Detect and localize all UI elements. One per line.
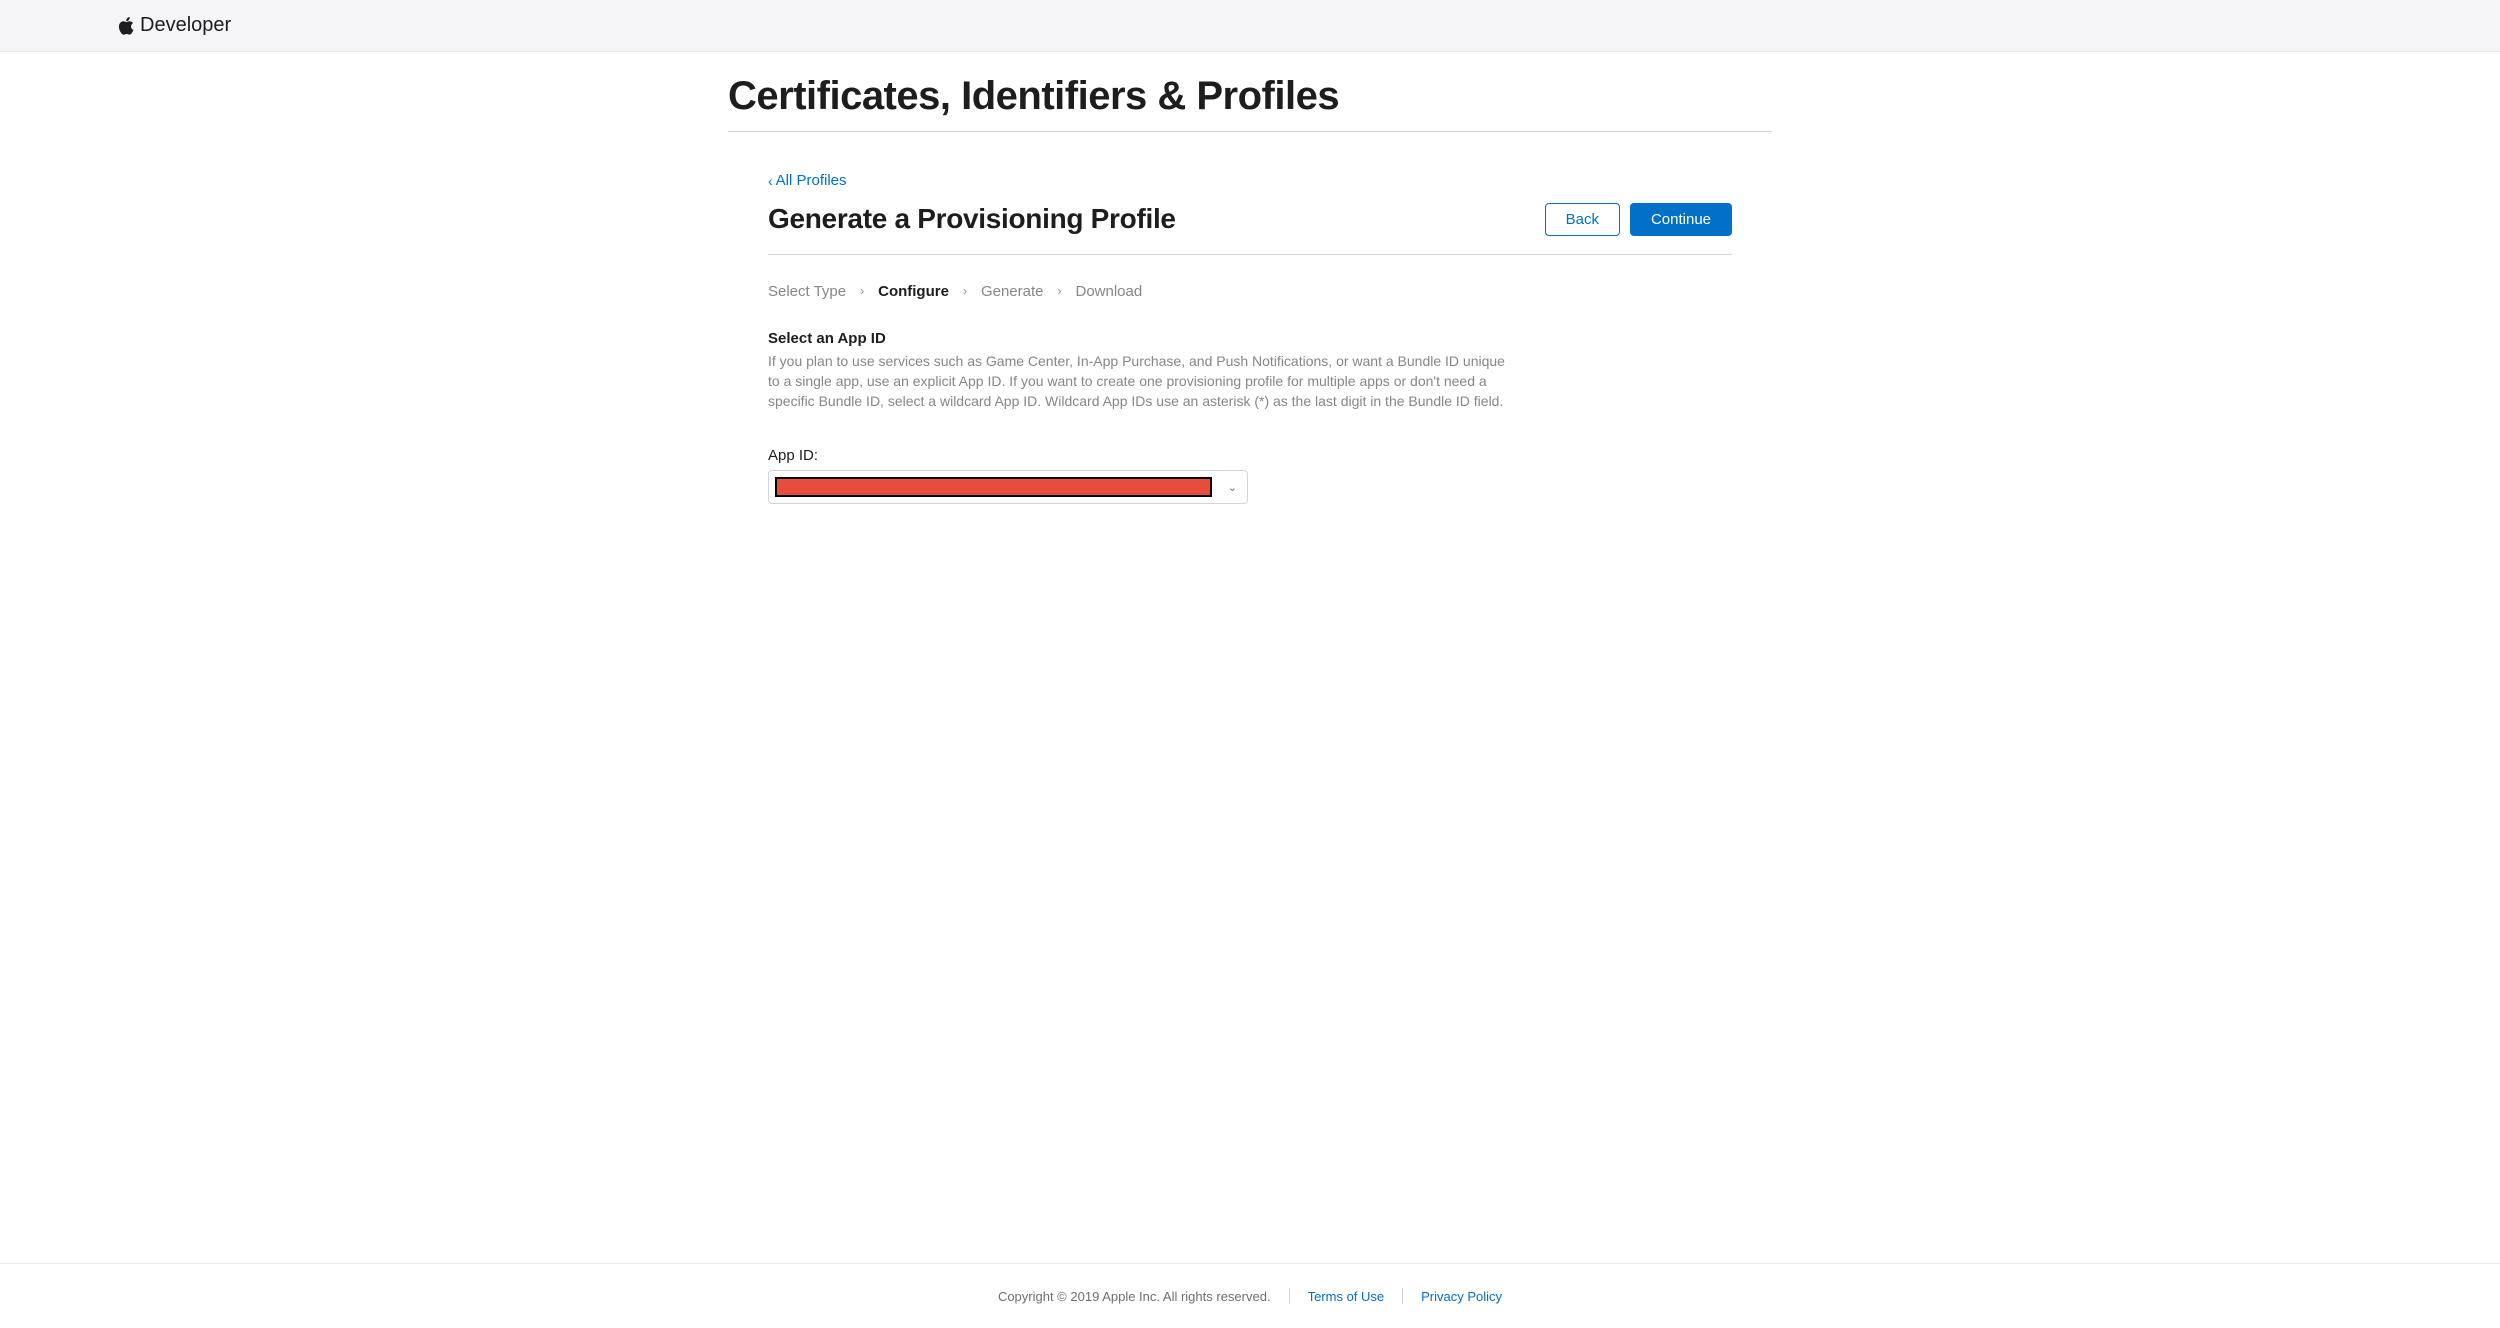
app-id-select-value-redacted xyxy=(775,477,1212,497)
breadcrumb-select-type: Select Type xyxy=(768,283,846,300)
footer-divider xyxy=(1402,1288,1403,1304)
brand-text: Developer xyxy=(140,14,231,37)
chevron-right-icon: › xyxy=(963,284,967,298)
breadcrumb-configure: Configure xyxy=(878,283,949,300)
subpage-header: Generate a Provisioning Profile Back Con… xyxy=(768,191,1732,255)
back-link-all-profiles[interactable]: ‹ All Profiles xyxy=(768,172,847,189)
chevron-right-icon: › xyxy=(860,284,864,298)
page-title-section: Certificates, Identifiers & Profiles xyxy=(728,52,1772,132)
app-id-field-label: App ID: xyxy=(768,447,1732,464)
main-container: Certificates, Identifiers & Profiles ‹ A… xyxy=(610,52,1890,1263)
button-group: Back Continue xyxy=(1545,203,1732,236)
apple-logo-icon xyxy=(118,17,134,35)
copyright-text: Copyright © 2019 Apple Inc. All rights r… xyxy=(998,1289,1271,1304)
developer-brand[interactable]: Developer xyxy=(118,14,231,37)
breadcrumb-download: Download xyxy=(1075,283,1142,300)
back-link-text: All Profiles xyxy=(776,172,847,189)
breadcrumb-generate: Generate xyxy=(981,283,1044,300)
footer: Copyright © 2019 Apple Inc. All rights r… xyxy=(0,1263,2500,1328)
privacy-policy-link[interactable]: Privacy Policy xyxy=(1421,1289,1502,1304)
chevron-down-icon: ⌄ xyxy=(1218,481,1247,494)
section-description: If you plan to use services such as Game… xyxy=(768,351,1518,412)
chevron-right-icon: › xyxy=(1057,284,1061,298)
app-id-select[interactable]: ⌄ xyxy=(768,470,1248,504)
content-area: ‹ All Profiles Generate a Provisioning P… xyxy=(728,132,1772,504)
section-label: Select an App ID xyxy=(768,330,1732,347)
footer-divider xyxy=(1289,1288,1290,1304)
chevron-left-icon: ‹ xyxy=(768,173,773,189)
back-button[interactable]: Back xyxy=(1545,203,1620,236)
terms-of-use-link[interactable]: Terms of Use xyxy=(1308,1289,1385,1304)
breadcrumb: Select Type › Configure › Generate › Dow… xyxy=(768,283,1732,300)
continue-button[interactable]: Continue xyxy=(1630,203,1732,236)
page-title: Certificates, Identifiers & Profiles xyxy=(728,74,1772,119)
top-bar: Developer xyxy=(0,0,2500,52)
subpage-title: Generate a Provisioning Profile xyxy=(768,203,1176,235)
